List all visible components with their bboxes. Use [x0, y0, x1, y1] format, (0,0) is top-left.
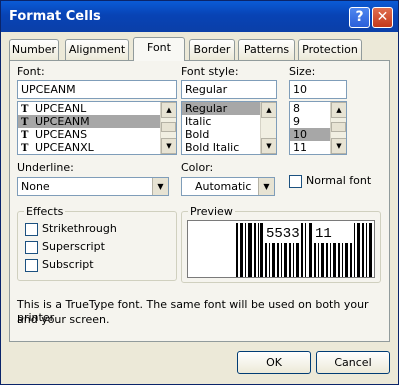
- effects-label: Effects: [24, 205, 66, 218]
- font-list-item[interactable]: T UPCEANXL: [18, 141, 176, 154]
- font-item-label: UPCEANS: [35, 128, 88, 141]
- tab-font[interactable]: Font: [133, 37, 185, 61]
- font-item-label: UPCEANL: [35, 102, 87, 115]
- font-item-label: UPCEANM: [35, 115, 90, 128]
- font-list-scrollbar[interactable]: ▲ ▼: [160, 102, 176, 154]
- font-list-item[interactable]: T UPCEANL: [18, 102, 176, 115]
- tab-label: Protection: [302, 43, 358, 56]
- underline-dropdown[interactable]: None ▼: [17, 177, 169, 196]
- font-list-item[interactable]: T UPCEANS: [18, 128, 176, 141]
- font-item-label: UPCEANXL: [35, 141, 94, 154]
- ok-button[interactable]: OK: [237, 351, 311, 374]
- scroll-up-arrow-icon[interactable]: ▲: [161, 102, 176, 118]
- subscript-label: Subscript: [42, 258, 94, 271]
- color-value: Automatic: [195, 180, 252, 193]
- font-style-field[interactable]: Regular: [181, 80, 277, 99]
- size-list[interactable]: 8 9 10 11 ▲ ▼: [289, 101, 347, 155]
- preview-digits-right: 11: [315, 226, 332, 242]
- chevron-down-icon[interactable]: ▼: [258, 178, 274, 195]
- size-field[interactable]: 10: [289, 80, 347, 99]
- color-dropdown[interactable]: Automatic ▼: [181, 177, 275, 196]
- help-button[interactable]: ?: [349, 7, 370, 28]
- help-icon: ?: [355, 9, 364, 25]
- tab-label: Font: [147, 41, 171, 54]
- underline-label: Underline:: [17, 161, 74, 174]
- format-cells-dialog: Format Cells ? ✕ Number Alignment Font B…: [0, 0, 399, 385]
- normal-font-label: Normal font: [306, 174, 372, 187]
- strikethrough-label: Strikethrough: [42, 222, 117, 235]
- underline-value: None: [21, 180, 50, 193]
- tab-patterns[interactable]: Patterns: [238, 39, 295, 60]
- font-style-label: Font style:: [181, 65, 239, 78]
- font-list-item-selected[interactable]: T UPCEANM: [18, 115, 176, 128]
- subscript-checkbox[interactable]: [25, 259, 38, 272]
- font-name-field[interactable]: UPCEANM: [17, 80, 177, 99]
- font-label: Font:: [17, 65, 45, 78]
- truetype-note-line2: and your screen.: [17, 313, 110, 326]
- size-label: Size:: [289, 65, 316, 78]
- superscript-label: Superscript: [42, 240, 105, 253]
- color-label: Color:: [181, 161, 214, 174]
- size-list-scrollbar[interactable]: ▲ ▼: [330, 102, 346, 154]
- strikethrough-checkbox[interactable]: [25, 223, 38, 236]
- preview-box: 5533 11: [187, 220, 375, 278]
- tab-label: Border: [193, 43, 231, 56]
- effects-group: Effects Strikethrough Superscript Subscr…: [17, 205, 177, 281]
- tab-border[interactable]: Border: [189, 39, 235, 60]
- cancel-button[interactable]: Cancel: [316, 351, 390, 374]
- scroll-thumb[interactable]: [331, 122, 346, 132]
- tab-label: Patterns: [243, 43, 290, 56]
- font-list[interactable]: T UPCEANL T UPCEANM T UPCEANS T UPCEANXL ▲ ▼: [17, 101, 177, 155]
- scroll-down-arrow-icon[interactable]: ▼: [161, 138, 176, 154]
- tab-protection[interactable]: Protection: [298, 39, 362, 60]
- superscript-checkbox[interactable]: [25, 241, 38, 254]
- preview-label: Preview: [188, 205, 235, 218]
- font-tab-panel: Font: UPCEANM T UPCEANL T UPCEANM T UPCEANS…: [9, 60, 390, 342]
- preview-group: Preview 5533 11: [181, 205, 381, 283]
- scroll-thumb[interactable]: [161, 122, 176, 132]
- truetype-icon: T: [21, 143, 29, 154]
- font-style-scrollbar[interactable]: ▲ ▼: [260, 102, 276, 154]
- chevron-down-icon[interactable]: ▼: [152, 178, 168, 195]
- normal-font-checkbox[interactable]: [289, 175, 302, 188]
- barcode-preview-graphic: 5533 11: [236, 223, 372, 277]
- tab-label: Alignment: [68, 43, 126, 56]
- title-bar[interactable]: Format Cells ? ✕: [1, 1, 398, 32]
- tab-number[interactable]: Number: [9, 39, 59, 60]
- scroll-up-arrow-icon[interactable]: ▲: [261, 102, 276, 118]
- scroll-down-arrow-icon[interactable]: ▼: [331, 138, 346, 154]
- preview-digits-left: 5533: [266, 226, 300, 242]
- font-style-list[interactable]: Regular Italic Bold Bold Italic ▲ ▼: [181, 101, 277, 155]
- scroll-up-arrow-icon[interactable]: ▲: [331, 102, 346, 118]
- scroll-down-arrow-icon[interactable]: ▼: [261, 138, 276, 154]
- window-title: Format Cells: [9, 9, 101, 24]
- tab-label: Number: [11, 43, 57, 56]
- tab-alignment[interactable]: Alignment: [65, 39, 129, 60]
- close-icon: ✕: [376, 9, 389, 25]
- close-button[interactable]: ✕: [372, 7, 393, 28]
